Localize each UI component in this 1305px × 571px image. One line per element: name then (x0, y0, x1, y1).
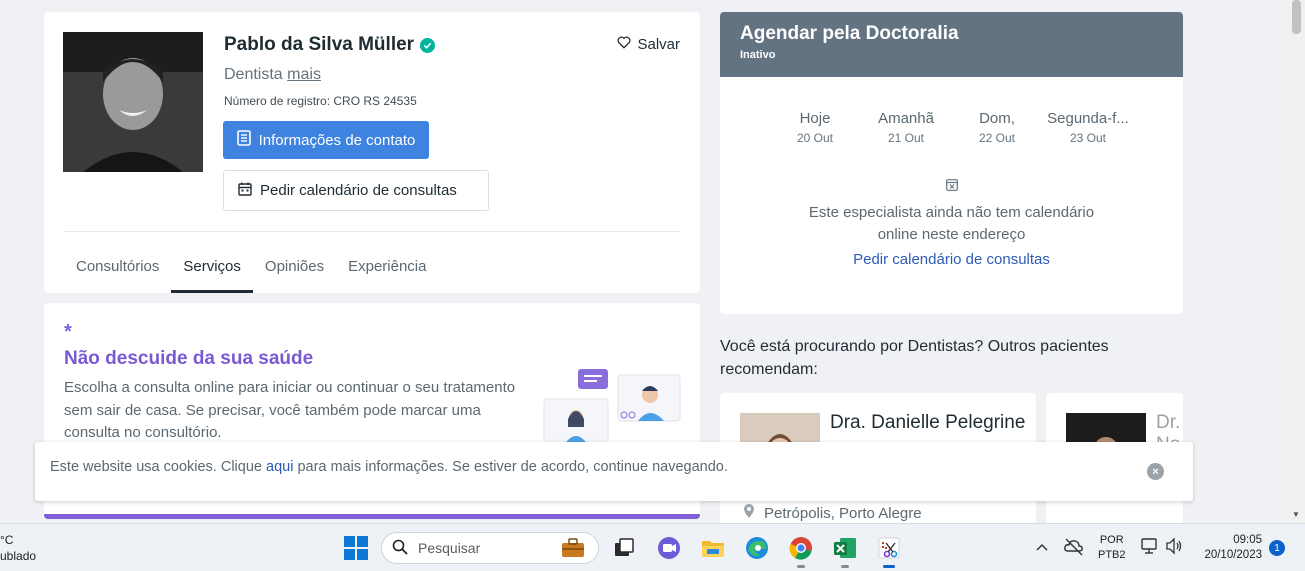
profile-card: Pablo da Silva Müller Salvar Dentista ma… (44, 12, 700, 293)
cookie-text-after: para mais informações. Se estiver de aco… (293, 459, 728, 475)
page-scrollbar[interactable]: ▼ (1288, 0, 1305, 523)
running-indicator (841, 565, 849, 568)
day-column[interactable]: Segunda-f... 23 Out (1038, 110, 1138, 145)
registration-number: Número de registro: CRO RS 24535 (224, 94, 417, 108)
close-icon[interactable]: × (1147, 463, 1164, 480)
snipping-tool-icon[interactable] (875, 534, 903, 568)
day-column[interactable]: Amanhã 21 Out (856, 110, 956, 145)
display-icon[interactable] (1140, 536, 1162, 558)
edge-browser-icon[interactable] (743, 534, 771, 562)
doctor-name: Pablo da Silva Müller (224, 34, 436, 56)
clock-date: 20/10/2023 (1204, 549, 1262, 561)
windows-taskbar: °C ublado Pesquisar POR PTB2 09:05 20/10… (0, 523, 1305, 571)
calendar-icon (238, 182, 252, 200)
weather-widget[interactable]: °C ublado (0, 532, 36, 564)
briefcase-icon (560, 537, 586, 562)
no-calendar-line: Este especialista ainda não tem calendár… (808, 204, 1095, 221)
tab-consultorios[interactable]: Consultórios (64, 246, 171, 293)
file-explorer-icon[interactable] (699, 534, 727, 562)
weather-temp: °C (0, 533, 14, 547)
scrollbar-thumb[interactable] (1292, 0, 1301, 34)
day-date: 20 Out (796, 131, 834, 145)
request-calendar-label: Pedir calendário de consultas (260, 182, 457, 199)
day-name: Dom, (979, 110, 1015, 127)
search-placeholder: Pesquisar (418, 540, 481, 556)
day-date: 23 Out (1069, 131, 1107, 145)
day-name: Amanhã (878, 110, 934, 127)
tab-opinioes[interactable]: Opiniões (253, 246, 336, 293)
doctor-location: Petrópolis, Porto Alegre (744, 504, 922, 522)
chrome-browser-icon[interactable] (787, 534, 815, 568)
contact-info-label: Informações de contato (258, 131, 416, 149)
booking-title: Agendar pela Doctoralia (740, 23, 959, 44)
cloud-offline-icon[interactable] (1062, 534, 1086, 558)
day-name: Segunda-f... (1047, 110, 1129, 127)
chevron-up-icon[interactable] (1036, 538, 1048, 554)
profile-tabs: Consultórios Serviços Opiniões Experiênc… (64, 246, 439, 293)
video-consult-illustration (542, 367, 682, 447)
day-column[interactable]: Dom, 22 Out (947, 110, 1047, 145)
cookie-text-before: Este website usa cookies. Clique (50, 459, 266, 475)
map-pin-icon (744, 504, 754, 522)
promo-text: Escolha a consulta online para iniciar o… (64, 379, 516, 441)
sparkle-icon: * (64, 321, 72, 343)
teams-chat-icon[interactable] (655, 534, 683, 562)
verified-icon (420, 37, 436, 53)
specialty: Dentista mais (224, 66, 321, 84)
doctor-name-text: Pablo da Silva Müller (224, 34, 415, 55)
excel-icon[interactable] (831, 534, 859, 568)
scroll-down-icon[interactable]: ▼ (1292, 510, 1300, 519)
taskbar-search[interactable]: Pesquisar (381, 532, 599, 564)
day-column[interactable]: Hoje 20 Out (765, 110, 865, 145)
save-button[interactable]: Salvar (617, 36, 680, 53)
input-language[interactable]: POR PTB2 (1098, 533, 1126, 563)
specialty-more-link[interactable]: mais (287, 66, 321, 83)
recommended-doctor-name[interactable]: Dra. Danielle Pelegrine (830, 412, 1025, 434)
contact-info-button[interactable]: Informações de contato (223, 121, 429, 159)
windows-start-icon[interactable] (344, 536, 368, 560)
day-date: 21 Out (887, 131, 925, 145)
request-calendar-link[interactable]: Pedir calendário de consultas (720, 251, 1183, 268)
search-icon (392, 539, 408, 558)
specialty-text: Dentista (224, 66, 283, 83)
active-indicator (883, 565, 895, 568)
save-label: Salvar (637, 36, 680, 53)
booking-status: Inativo (740, 49, 776, 61)
day-name: Hoje (799, 110, 831, 127)
running-indicator (797, 565, 805, 568)
system-clock[interactable]: 09:05 20/10/2023 (1198, 533, 1262, 563)
divider (63, 231, 680, 232)
weather-desc: ublado (0, 549, 37, 563)
request-calendar-button[interactable]: Pedir calendário de consultas (223, 170, 489, 211)
calendar-off-icon (946, 178, 958, 196)
heart-icon (617, 36, 631, 53)
tab-servicos[interactable]: Serviços (171, 246, 253, 293)
doctor-photo (63, 32, 203, 172)
tab-experiencia[interactable]: Experiência (336, 246, 438, 293)
location-text: Petrópolis, Porto Alegre (764, 504, 922, 522)
booking-card: Agendar pela Doctoralia Inativo Hoje 20 … (720, 12, 1183, 314)
calendar-days: Hoje 20 Out Amanhã 21 Out Dom, 22 Out Se… (720, 110, 1183, 150)
keyboard-layout: PTB2 (1098, 549, 1126, 561)
notification-badge[interactable]: 1 (1269, 540, 1285, 556)
booking-header: Agendar pela Doctoralia Inativo (720, 12, 1183, 77)
contact-card-icon (236, 130, 251, 150)
promo-title: Não descuide da sua saúde (64, 348, 314, 369)
no-calendar-message: Este especialista ainda não tem calendár… (720, 202, 1183, 246)
language-code: POR (1099, 534, 1124, 546)
volume-icon[interactable] (1164, 536, 1186, 558)
cookie-text: Este website usa cookies. Clique aqui pa… (50, 459, 728, 475)
recommend-heading: Você está procurando por Dentistas? Outr… (720, 338, 1109, 378)
no-calendar-line: online neste endereço (877, 226, 1026, 243)
cookie-more-info-link[interactable]: aqui (266, 459, 293, 475)
day-date: 22 Out (978, 131, 1016, 145)
cookie-banner: Este website usa cookies. Clique aqui pa… (35, 442, 1193, 501)
clock-time: 09:05 (1233, 534, 1262, 546)
task-view-icon[interactable] (610, 534, 638, 562)
